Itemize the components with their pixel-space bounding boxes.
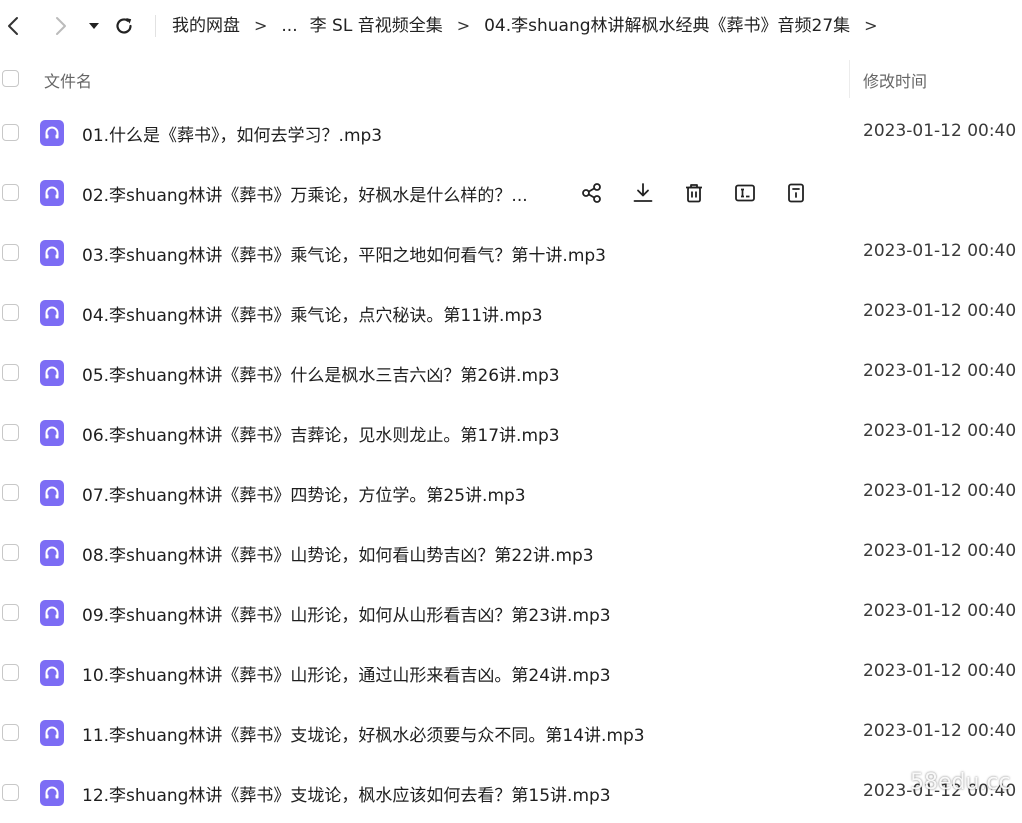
- chevron-left-icon: [8, 17, 18, 35]
- audio-file-icon: [40, 480, 64, 506]
- file-modified-time: 2023-01-12 00:40: [863, 661, 1017, 681]
- audio-file-icon: [40, 660, 64, 686]
- audio-file-icon: [40, 600, 64, 626]
- select-all-checkbox[interactable]: [2, 70, 19, 87]
- breadcrumb-item-root[interactable]: 我的网盘: [172, 14, 240, 38]
- details-button[interactable]: [783, 180, 809, 206]
- row-checkbox[interactable]: [2, 604, 19, 621]
- audio-file-icon: [40, 540, 64, 566]
- file-modified-time: 2023-01-12 00:40: [863, 241, 1017, 261]
- row-checkbox[interactable]: [2, 424, 19, 441]
- download-icon: [633, 183, 653, 202]
- file-modified-time: 2023-01-12 00:40: [863, 121, 1017, 141]
- file-row[interactable]: 03.李shuang林讲《葬书》乘气论，平阳之地如何看气？第十讲.mp3 202…: [0, 223, 1022, 283]
- delete-button[interactable]: [681, 180, 707, 206]
- row-actions: [579, 180, 834, 206]
- file-row[interactable]: 07.李shuang林讲《葬书》四势论，方位学。第25讲.mp3 2023-01…: [0, 463, 1022, 523]
- file-row[interactable]: 12.李shuang林讲《葬书》支垅论，枫水应该如何去看？第15讲.mp3 20…: [0, 763, 1022, 823]
- file-name[interactable]: 08.李shuang林讲《葬书》山势论，如何看山势吉凶？第22讲.mp3: [82, 541, 594, 566]
- column-divider[interactable]: [849, 60, 850, 98]
- file-row[interactable]: 04.李shuang林讲《葬书》乘气论，点穴秘诀。第11讲.mp3 2023-0…: [0, 283, 1022, 343]
- breadcrumb-separator: >: [864, 16, 878, 35]
- row-checkbox[interactable]: [2, 124, 19, 141]
- file-row[interactable]: 06.李shuang林讲《葬书》吉葬论，见水则龙止。第17讲.mp3 2023-…: [0, 403, 1022, 463]
- audio-file-icon: [40, 360, 64, 386]
- audio-file-icon: [40, 240, 64, 266]
- audio-file-icon: [40, 720, 64, 746]
- history-dropdown-button[interactable]: [82, 14, 106, 38]
- row-checkbox[interactable]: [2, 544, 19, 561]
- audio-file-icon: [40, 420, 64, 446]
- chevron-right-icon: [56, 17, 66, 35]
- file-name[interactable]: 05.李shuang林讲《葬书》什么是枫水三吉六凶？第26讲.mp3: [82, 361, 560, 386]
- row-checkbox[interactable]: [2, 244, 19, 261]
- file-modified-time: 2023-01-12 00:40: [863, 481, 1017, 501]
- column-header-name[interactable]: 文件名: [44, 68, 92, 92]
- breadcrumb-item-current[interactable]: 04.李shuang林讲解枫水经典《葬书》音频27集: [484, 14, 850, 38]
- file-name[interactable]: 09.李shuang林讲《葬书》山形论，如何从山形看吉凶？第23讲.mp3: [82, 601, 611, 626]
- audio-file-icon: [40, 300, 64, 326]
- share-button[interactable]: [579, 180, 605, 206]
- row-checkbox[interactable]: [2, 784, 19, 801]
- file-name[interactable]: 12.李shuang林讲《葬书》支垅论，枫水应该如何去看？第15讲.mp3: [82, 781, 611, 806]
- breadcrumb-separator: >: [254, 16, 268, 35]
- file-modified-time: 2023-01-12 00:40: [863, 601, 1017, 621]
- audio-file-icon: [40, 120, 64, 146]
- file-name[interactable]: 04.李shuang林讲《葬书》乘气论，点穴秘诀。第11讲.mp3: [82, 301, 543, 326]
- file-row[interactable]: 08.李shuang林讲《葬书》山势论，如何看山势吉凶？第22讲.mp3 202…: [0, 523, 1022, 583]
- file-modified-time: 2023-01-12 00:40: [863, 721, 1017, 741]
- file-list-header: 文件名 修改时间: [0, 52, 1022, 106]
- breadcrumb-item-collection[interactable]: 李 SL 音视频全集: [310, 14, 443, 38]
- file-modified-time: 2023-01-12 00:40: [863, 541, 1017, 561]
- row-checkbox[interactable]: [2, 724, 19, 741]
- row-checkbox[interactable]: [2, 184, 19, 201]
- download-button[interactable]: [630, 180, 656, 206]
- toolbar-divider: [155, 15, 156, 37]
- refresh-icon: [116, 18, 132, 34]
- file-name[interactable]: 03.李shuang林讲《葬书》乘气论，平阳之地如何看气？第十讲.mp3: [82, 241, 606, 266]
- file-list: 01.什么是《葬书》，如何去学习？.mp3 2023-01-12 00:40 0…: [0, 103, 1022, 823]
- file-row[interactable]: 10.李shuang林讲《葬书》山形论，通过山形来看吉凶。第24讲.mp3 20…: [0, 643, 1022, 703]
- back-button[interactable]: [2, 14, 26, 38]
- file-row[interactable]: 11.李shuang林讲《葬书》支垅论，好枫水必须要与众不同。第14讲.mp3 …: [0, 703, 1022, 763]
- file-modified-time: 2023-01-12 00:40: [863, 361, 1017, 381]
- breadcrumb-item-collapsed[interactable]: ...: [281, 14, 297, 38]
- delete-icon: [686, 184, 702, 203]
- file-modified-time: 2023-01-12 00:40: [863, 301, 1017, 321]
- audio-file-icon: [40, 180, 64, 206]
- row-checkbox[interactable]: [2, 484, 19, 501]
- file-modified-time: 2023-01-12 00:40: [863, 421, 1017, 441]
- file-row[interactable]: 01.什么是《葬书》，如何去学习？.mp3 2023-01-12 00:40: [0, 103, 1022, 163]
- row-checkbox[interactable]: [2, 664, 19, 681]
- file-name[interactable]: 06.李shuang林讲《葬书》吉葬论，见水则龙止。第17讲.mp3: [82, 421, 560, 446]
- file-row-hovered[interactable]: 02.李shuang林讲《葬书》万乘论，好枫水是什么样的？...: [0, 163, 1022, 223]
- breadcrumb-separator: >: [456, 16, 471, 35]
- details-icon: [788, 183, 804, 203]
- refresh-button[interactable]: [112, 14, 136, 38]
- file-name[interactable]: 01.什么是《葬书》，如何去学习？.mp3: [82, 121, 382, 146]
- row-checkbox[interactable]: [2, 304, 19, 321]
- audio-file-icon: [40, 780, 64, 806]
- row-checkbox[interactable]: [2, 364, 19, 381]
- file-name[interactable]: 07.李shuang林讲《葬书》四势论，方位学。第25讲.mp3: [82, 481, 526, 506]
- column-header-modified[interactable]: 修改时间: [863, 68, 927, 92]
- toolbar: 我的网盘 > ... 李 SL 音视频全集 > 04.李shuang林讲解枫水经…: [0, 0, 1022, 52]
- breadcrumb: 我的网盘 > ... 李 SL 音视频全集 > 04.李shuang林讲解枫水经…: [172, 14, 892, 38]
- rename-icon: [735, 184, 755, 202]
- file-row[interactable]: 09.李shuang林讲《葬书》山形论，如何从山形看吉凶？第23讲.mp3 20…: [0, 583, 1022, 643]
- caret-down-icon: [89, 23, 99, 29]
- file-name[interactable]: 02.李shuang林讲《葬书》万乘论，好枫水是什么样的？...: [82, 181, 528, 206]
- watermark: 58edu.cc: [910, 770, 1011, 795]
- forward-button[interactable]: [48, 14, 72, 38]
- share-icon: [582, 183, 601, 203]
- rename-button[interactable]: [732, 180, 758, 206]
- file-name[interactable]: 10.李shuang林讲《葬书》山形论，通过山形来看吉凶。第24讲.mp3: [82, 661, 611, 686]
- file-row[interactable]: 05.李shuang林讲《葬书》什么是枫水三吉六凶？第26讲.mp3 2023-…: [0, 343, 1022, 403]
- file-name[interactable]: 11.李shuang林讲《葬书》支垅论，好枫水必须要与众不同。第14讲.mp3: [82, 721, 645, 746]
